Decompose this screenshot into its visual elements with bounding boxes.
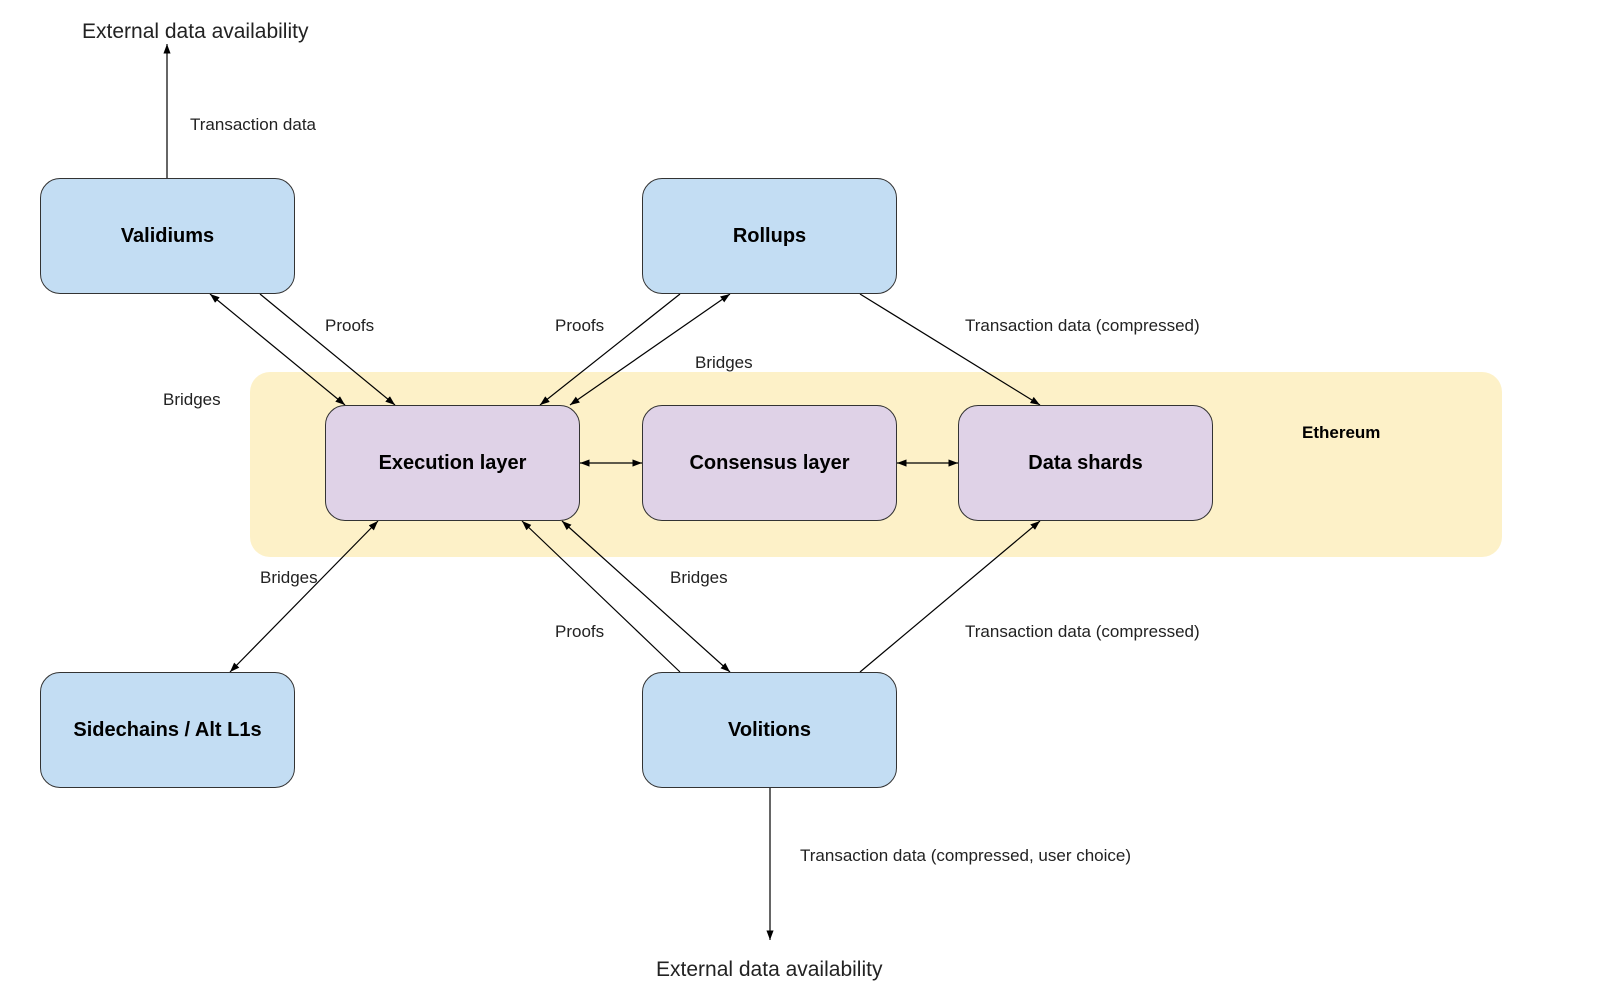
edge-label-volitions_to_ext: Transaction data (compressed, user choic…: [800, 846, 1131, 866]
diagram-canvas: Ethereum Validiums Rollups Sidechains / …: [0, 0, 1600, 987]
node-label: Rollups: [733, 225, 806, 248]
node-consensus-layer: Consensus layer: [642, 405, 897, 521]
node-label: Data shards: [1028, 452, 1143, 475]
edge-label-sidechains_bridges: Bridges: [260, 568, 318, 588]
edge-label-rollups_bridges: Bridges: [695, 353, 753, 373]
ethereum-label: Ethereum: [1302, 423, 1380, 443]
node-volitions: Volitions: [642, 672, 897, 788]
node-label: Execution layer: [379, 452, 527, 475]
node-sidechains: Sidechains / Alt L1s: [40, 672, 295, 788]
edge-label-validiums_bridges: Bridges: [163, 390, 221, 410]
edge-label-volitions_bridges: Bridges: [670, 568, 728, 588]
edge-label-rollups_txdata: Transaction data (compressed): [965, 316, 1200, 336]
external-data-top: External data availability: [82, 20, 308, 44]
edge-label-rollups_proofs: Proofs: [555, 316, 604, 336]
edge-label-validiums_proofs: Proofs: [325, 316, 374, 336]
edge-label-volitions_txdata: Transaction data (compressed): [965, 622, 1200, 642]
node-label: Volitions: [728, 719, 811, 742]
edge-label-validiums_to_ext: Transaction data: [190, 115, 316, 135]
edge-label-volitions_proofs: Proofs: [555, 622, 604, 642]
node-label: Validiums: [121, 225, 214, 248]
node-data-shards: Data shards: [958, 405, 1213, 521]
node-execution-layer: Execution layer: [325, 405, 580, 521]
node-label: Sidechains / Alt L1s: [73, 719, 261, 742]
node-rollups: Rollups: [642, 178, 897, 294]
external-data-bottom: External data availability: [656, 958, 882, 982]
node-validiums: Validiums: [40, 178, 295, 294]
node-label: Consensus layer: [689, 452, 849, 475]
